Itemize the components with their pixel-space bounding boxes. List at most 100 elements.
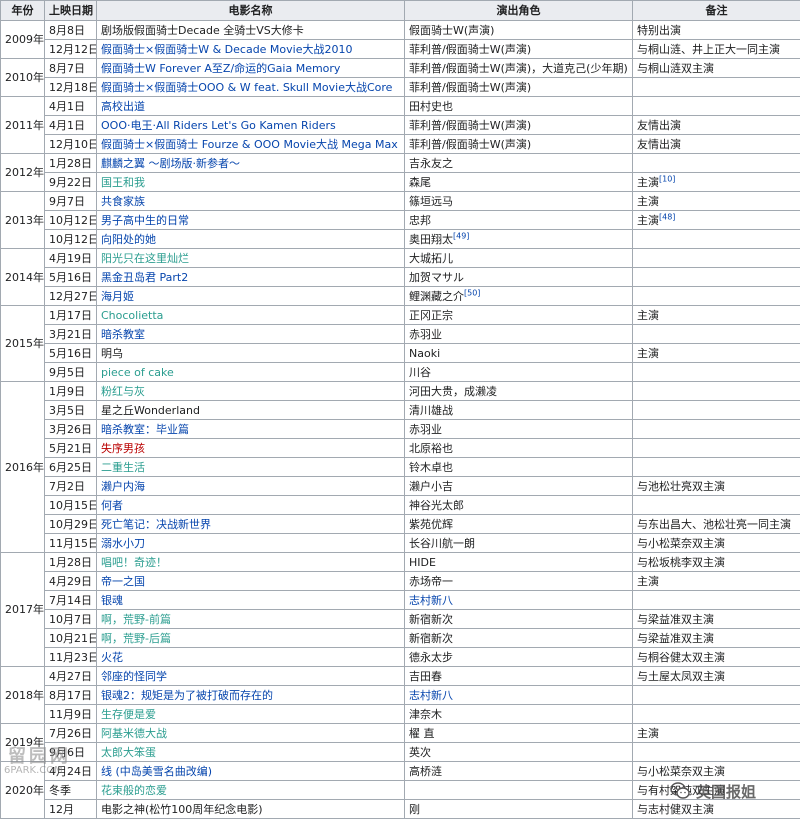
film-title-cell: 濑户内海 [96,476,405,496]
role-cell-text: 奥田翔太 [409,232,453,246]
note-cell [632,362,800,382]
role-cell-text: 吉永友之 [409,156,453,170]
release-date-cell-text: 12月 [49,802,74,816]
note-cell: 主演 [632,343,800,363]
note-cell: 与土屋太凤双主演 [632,666,800,686]
role-cell: 森尾 [404,172,633,192]
release-date-cell: 1月28日 [44,153,97,173]
film-title-cell-text[interactable]: 花束般的恋爱 [101,784,167,797]
release-date-cell: 12月27日 [44,286,97,306]
film-title-cell-text[interactable]: Chocolietta [101,309,163,322]
film-title-cell-text[interactable]: 假面骑士×假面骑士W & Decade Movie大战2010 [101,43,353,56]
film-title-cell-text[interactable]: 死亡笔记：决战新世界 [101,518,211,531]
film-title-cell-text[interactable]: 火花 [101,651,123,664]
role-cell-text: 川谷 [409,365,431,379]
release-date-cell: 3月21日 [44,324,97,344]
reference-link[interactable]: [48] [659,212,675,221]
year-cell: 2013年 [0,191,45,249]
table-row: 4月29日 帝一之国 赤场帝一 主演 [1,571,800,591]
note-cell [632,742,800,762]
release-date-cell: 9月6日 [44,742,97,762]
role-cell-text[interactable]: 志村新八 [409,689,453,702]
header-role: 演出角色 [404,0,633,21]
release-date-cell-text: 9月7日 [49,194,85,208]
film-title-cell-text[interactable]: 麒麟之翼 ～剧场版·新参者～ [101,157,240,170]
table-header-row: 年份 上映日期 电影名称 演出角色 备注 [0,0,800,21]
table-row: 12月12日 假面骑士×假面骑士W & Decade Movie大战2010 菲利普… [1,39,800,59]
film-title-cell-text[interactable]: 溺水小刀 [101,537,145,550]
release-date-cell: 4月19日 [44,248,97,268]
film-title-cell-text[interactable]: 假面骑士×假面骑士OOO & W feat. Skull Movie大战Core [101,81,392,94]
table-row: 2009年 8月8日 剧场版假面骑士Decade 全骑士VS大修卡 假面骑士W(声演)… [0,20,800,59]
film-title-cell-text[interactable]: piece of cake [101,366,174,379]
film-title-cell: 假面骑士W Forever A至Z/命运的Gaia Memory [96,58,405,78]
film-title-cell-text[interactable]: 唱吧！奇迹！ [101,556,167,569]
release-date-cell: 1月28日 [44,552,97,572]
film-title-cell-text[interactable]: 濑户内海 [101,480,145,493]
film-title-cell-text[interactable]: 黑金丑岛君 Part2 [101,271,188,284]
film-title-cell-text[interactable]: 啊，荒野-前篇 [101,613,171,626]
film-title-cell: 溺水小刀 [96,533,405,553]
film-title-cell: 粉红与灰 [96,381,405,401]
film-title-cell-text[interactable]: 啊，荒野-后篇 [101,632,171,645]
release-date-cell-text: 9月22日 [49,175,92,189]
film-title-cell-text[interactable]: 高校出道 [101,100,145,113]
film-title-cell-text[interactable]: 海月姬 [101,290,134,303]
film-title-cell-text[interactable]: 暗杀教室：毕业篇 [101,423,189,436]
note-cell-text: 与桐谷健太双主演 [637,650,725,664]
year-cell: 2014年 [0,248,45,306]
release-date-cell: 10月7日 [44,609,97,629]
film-title-cell-text[interactable]: 共食家族 [101,195,145,208]
film-title-cell-text[interactable]: 阳光只在这里灿烂 [101,252,189,265]
film-title-cell-text[interactable]: 男子高中生的日常 [101,214,189,227]
film-title-cell-text[interactable]: 银魂 [101,594,123,607]
note-cell-text: 与东出昌大、池松壮亮一同主演 [637,517,791,531]
film-title-cell: OOO·电王·All Riders Let's Go Kamen Riders [96,115,405,135]
reference-link[interactable]: [49] [453,231,469,240]
table-row: 12月 电影之神(松竹100周年纪念电影) 刚 与志村健双主演 [1,799,800,819]
note-cell-text: 主演 [637,213,659,227]
role-cell-text: 菲利普/假面骑士W(声演)，大道克己(少年期) [409,61,628,75]
release-date-cell: 12月10日 [44,134,97,154]
film-title-cell-text[interactable]: 太郎大笨蛋 [101,746,156,759]
role-cell: 铃木卓也 [404,457,633,477]
film-title-cell-text[interactable]: 假面骑士W Forever A至Z/命运的Gaia Memory [101,62,340,75]
release-date-cell: 9月5日 [44,362,97,382]
film-title-cell-text[interactable]: 暗杀教室 [101,328,145,341]
film-title-cell-text[interactable]: 粉红与灰 [101,385,145,398]
film-title-cell-text[interactable]: 银魂2：规矩是为了被打破而存在的 [101,689,273,702]
release-date-cell: 9月7日 [44,191,97,211]
table-row: 9月22日 国王和我 森尾 主演[10] [1,172,800,192]
film-title-cell-text[interactable]: 线 (中岛美雪名曲改编) [101,765,212,778]
film-title-cell-text[interactable]: OOO·电王·All Riders Let's Go Kamen Riders [101,119,336,132]
film-title-cell-text[interactable]: 帝一之国 [101,575,145,588]
note-cell-text: 主演 [637,346,659,360]
film-title-cell-text[interactable]: 二重生活 [101,461,145,474]
table-row: 5月21日 失序男孩 北原裕也 [1,438,800,458]
release-date-cell: 12月 [44,799,97,819]
film-title-cell-text[interactable]: 阿基米德大战 [101,727,167,740]
note-cell [632,286,800,306]
release-date-cell-text: 冬季 [49,783,71,797]
film-title-cell-text[interactable]: 向阳处的她 [101,233,156,246]
film-title-cell-text[interactable]: 国王和我 [101,176,145,189]
reference-link[interactable]: [50] [464,288,480,297]
table-row: 2014年 4月19日 阳光只在这里灿烂 大城拓儿 [0,248,800,306]
note-cell: 友情出演 [632,115,800,135]
film-title-cell-text[interactable]: 生存便是爱 [101,708,156,721]
release-date-cell: 8月7日 [44,58,97,78]
reference-link[interactable]: [10] [659,174,675,183]
film-title-cell-text[interactable]: 假面骑士×假面骑士 Fourze & OOO Movie大战 Mega Max [101,138,398,151]
note-cell: 与志村健双主演 [632,799,800,819]
role-cell-text[interactable]: 志村新八 [409,594,453,607]
role-cell-text: 北原裕也 [409,441,453,455]
role-cell-text: 正冈正宗 [409,308,453,322]
release-date-cell: 5月16日 [44,343,97,363]
release-date-cell: 1月9日 [44,381,97,401]
film-title-cell-text[interactable]: 失序男孩 [101,442,145,455]
role-cell: 櫂 直 [404,723,633,743]
film-title-cell-text[interactable]: 何者 [101,499,123,512]
release-date-cell-text: 3月5日 [49,403,85,417]
note-cell-text: 主演 [637,726,659,740]
film-title-cell-text[interactable]: 邻座的怪同学 [101,670,167,683]
